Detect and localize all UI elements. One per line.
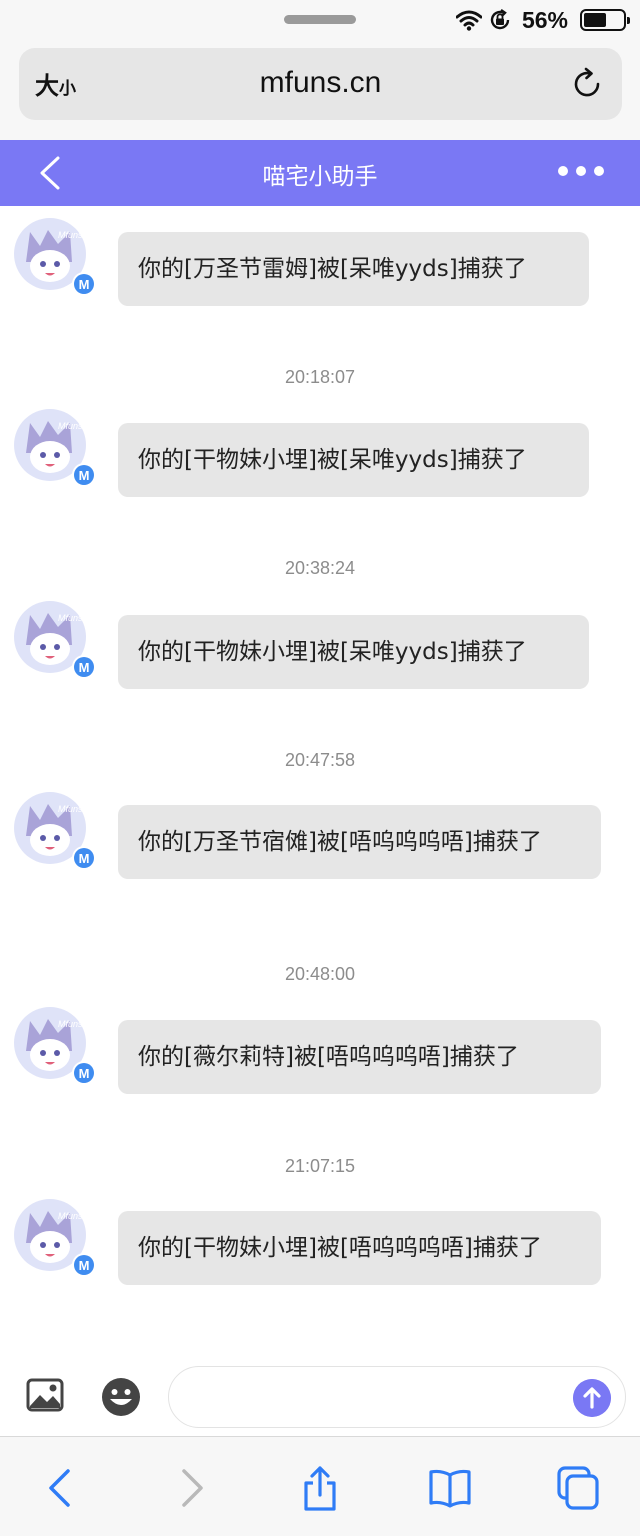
browser-toolbar	[0, 1436, 640, 1536]
bot-avatar[interactable]: Mfuns M	[14, 792, 94, 872]
avatar-badge-letter: M	[79, 277, 90, 292]
avatar-badge-letter: M	[79, 851, 90, 866]
message-bubble[interactable]: 你的[薇尔莉特]被[唔呜呜呜唔]捕获了	[118, 1020, 601, 1094]
home-indicator	[284, 15, 356, 24]
chat-header: 喵宅小助手	[0, 140, 640, 206]
browser-back-icon[interactable]	[38, 1465, 82, 1511]
status-bar: 56%	[0, 0, 640, 40]
avatar-logo-text: Mfuns	[58, 1019, 83, 1029]
bot-avatar[interactable]: Mfuns M	[14, 218, 94, 298]
more-dot	[576, 166, 586, 176]
message-bubble[interactable]: 你的[干物妹小埋]被[唔呜呜呜唔]捕获了	[118, 1211, 601, 1285]
bookmarks-icon[interactable]	[428, 1465, 472, 1511]
message-bubble[interactable]: 你的[干物妹小埋]被[呆唯yyds]捕获了	[118, 423, 589, 497]
avatar-badge-letter: M	[79, 1258, 90, 1273]
battery-icon	[580, 9, 630, 31]
message-timestamp: 20:18:07	[284, 367, 356, 387]
avatar-logo-text: Mfuns	[58, 421, 83, 431]
emoji-icon[interactable]	[101, 1377, 141, 1417]
address-bar[interactable]: 大小 mfuns.cn	[19, 48, 622, 120]
battery-percentage: 56%	[521, 6, 568, 33]
wifi-icon	[455, 10, 482, 31]
bot-avatar[interactable]: Mfuns M	[14, 1199, 94, 1279]
avatar-badge-letter: M	[79, 1066, 90, 1081]
more-dot	[594, 166, 604, 176]
reload-icon[interactable]	[570, 66, 606, 102]
tabs-icon[interactable]	[556, 1465, 600, 1511]
chat-input-bar	[0, 1358, 640, 1436]
avatar-logo-text: Mfuns	[58, 230, 83, 240]
send-button[interactable]	[573, 1379, 611, 1417]
avatar-logo-text: Mfuns	[58, 804, 83, 814]
browser-forward-icon[interactable]	[170, 1465, 214, 1511]
message-timestamp: 20:38:24	[284, 558, 356, 578]
chat-messages[interactable]: Mfuns M 你的[万圣节雷姆]被[呆唯yyds]捕获了 20:18:07 M…	[0, 206, 640, 1358]
chat-title: 喵宅小助手	[262, 164, 378, 190]
avatar-badge-letter: M	[79, 468, 90, 483]
more-options-button[interactable]	[558, 166, 604, 176]
avatar-logo-text: Mfuns	[58, 1211, 83, 1221]
message-input[interactable]	[168, 1366, 626, 1428]
bot-avatar[interactable]: Mfuns M	[14, 409, 94, 489]
message-timestamp: 20:48:00	[284, 964, 356, 984]
avatar-logo-text: Mfuns	[58, 613, 83, 623]
browser-address-area: 大小 mfuns.cn	[0, 40, 640, 140]
url-domain[interactable]: mfuns.cn	[19, 66, 622, 100]
message-bubble[interactable]: 你的[干物妹小埋]被[呆唯yyds]捕获了	[118, 615, 589, 689]
message-timestamp: 21:07:15	[284, 1156, 356, 1176]
status-icons: 56%	[455, 5, 630, 35]
message-bubble[interactable]: 你的[万圣节雷姆]被[呆唯yyds]捕获了	[118, 232, 589, 306]
avatar-badge-letter: M	[79, 660, 90, 675]
orientation-lock-icon	[490, 9, 510, 30]
bot-avatar[interactable]: Mfuns M	[14, 601, 94, 681]
message-bubble[interactable]: 你的[万圣节宿傩]被[唔呜呜呜唔]捕获了	[118, 805, 601, 879]
bot-avatar[interactable]: Mfuns M	[14, 1007, 94, 1087]
share-icon[interactable]	[298, 1465, 342, 1511]
more-dot	[558, 166, 568, 176]
image-icon[interactable]	[26, 1378, 64, 1412]
message-timestamp: 20:47:58	[284, 750, 356, 770]
